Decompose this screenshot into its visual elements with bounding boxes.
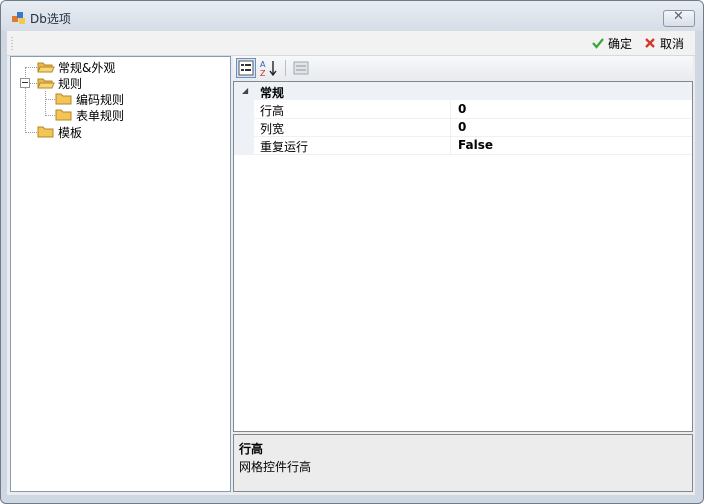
property-row[interactable]: 行高 0 [234,100,692,119]
property-value[interactable]: 0 [458,102,466,116]
property-value[interactable]: False [458,138,493,152]
tree-item-coding-rules[interactable]: 编码规则 [55,91,124,107]
row-gutter [234,100,254,118]
row-gutter [234,118,254,136]
svg-text:Z: Z [260,69,266,78]
toolbar-separator [285,60,286,76]
alphabetical-sort-icon: A Z [260,60,277,78]
title-bar: Db选项 ✕ [1,1,703,31]
close-icon: ✕ [673,9,684,24]
tree-item-label: 编码规则 [76,92,125,107]
options-window: Db选项 ✕ 确定 取消 常规&外观 规则 编码规则 表单规则 模板 A Z ◢… [0,0,704,504]
property-row[interactable]: 重复运行 False [234,136,692,155]
categorized-icon [238,60,254,76]
tree-line [25,132,37,133]
description-text: 网格控件行高 [239,460,312,474]
tree-line [45,91,46,116]
tree-line [29,83,37,84]
options-tree[interactable]: 常规&外观 规则 编码规则 表单规则 模板 [10,56,231,492]
cancel-label: 取消 [660,36,685,51]
category-row[interactable]: ◢ 常规 [234,82,692,100]
collapse-arrow-icon[interactable]: ◢ [242,86,248,95]
property-name: 列宽 [260,122,285,136]
property-grid[interactable]: ◢ 常规 行高 0 列宽 0 重复运行 False [233,81,693,432]
tree-line [45,115,55,116]
property-name: 重复运行 [260,140,309,154]
close-button[interactable]: ✕ [663,9,695,27]
row-gutter [234,136,254,154]
tree-item-label: 模板 [58,125,83,140]
property-value[interactable]: 0 [458,120,466,134]
folder-icon [55,109,72,121]
property-name: 行高 [260,104,285,118]
folder-icon [37,126,54,138]
column-divider [450,136,451,154]
folder-open-icon [37,78,55,89]
column-divider [450,100,451,118]
tree-item-label: 常规&外观 [58,60,116,75]
tree-item-templates[interactable]: 模板 [37,124,82,140]
tree-item-rules[interactable]: 规则 [37,75,82,91]
description-title: 行高 [239,442,264,456]
property-row[interactable]: 列宽 0 [234,118,692,137]
property-toolbar: A Z [233,56,693,80]
svg-text:A: A [260,60,266,69]
folder-open-icon [37,62,55,73]
toolbar: 确定 取消 [7,31,695,56]
column-divider [450,118,451,136]
category-label: 常规 [260,86,285,100]
x-icon [645,38,655,48]
tree-item-general[interactable]: 常规&外观 [37,59,115,75]
tree-item-label: 表单规则 [76,108,125,123]
description-panel: 行高 网格控件行高 [233,434,693,492]
folder-icon [55,93,72,105]
property-pages-button[interactable] [291,58,311,78]
window-title: Db选项 [30,12,71,26]
alphabetical-button[interactable]: A Z [259,58,279,78]
ok-label: 确定 [608,36,633,51]
tree-item-label: 规则 [58,76,83,91]
ok-button[interactable]: 确定 [589,34,634,52]
tree-item-form-rules[interactable]: 表单规则 [55,107,124,123]
property-panel: A Z ◢ 常规 行高 0 列宽 0 重复运行 False 行高 网格控件行高 [233,56,693,492]
client-area: 确定 取消 常规&外观 规则 编码规则 表单规则 模板 A Z ◢ 常规 行高 … [7,31,695,495]
collapse-toggle[interactable] [20,78,30,88]
toolbar-grip[interactable] [11,36,13,50]
app-icon [12,12,25,24]
property-pages-icon [293,61,309,75]
cancel-button[interactable]: 取消 [641,34,686,52]
categorized-button[interactable] [236,58,256,78]
tree-line [25,67,37,68]
checkmark-icon [592,38,604,49]
tree-line [45,99,55,100]
